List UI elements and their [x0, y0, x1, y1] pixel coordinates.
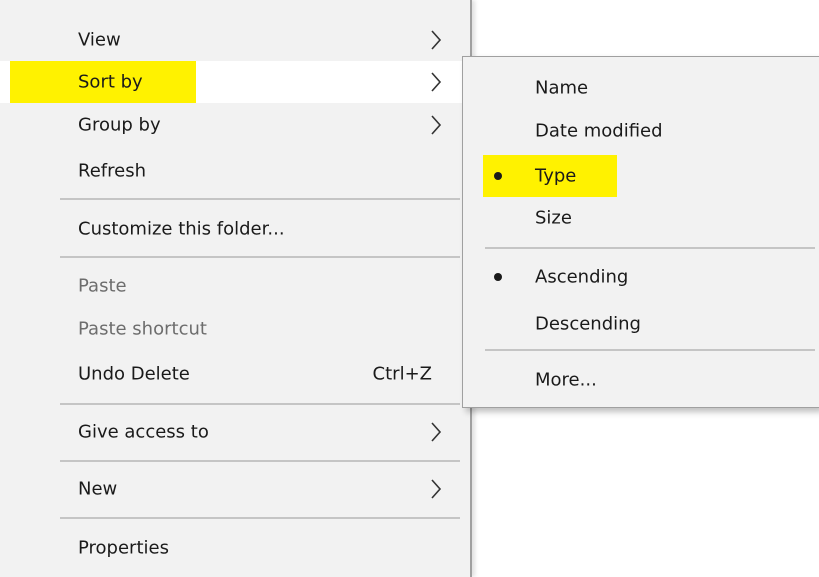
menu-item-view[interactable]: View: [0, 19, 462, 61]
menu-item-customize-folder[interactable]: Customize this folder...: [0, 208, 462, 250]
menu-item-label: Refresh: [78, 160, 146, 182]
radio-bullet-icon: [494, 273, 502, 281]
menu-item-undo-delete[interactable]: Undo Delete Ctrl+Z: [0, 353, 462, 395]
menu-separator: [485, 247, 815, 249]
menu-item-label: Size: [535, 207, 572, 229]
menu-separator: [60, 517, 460, 519]
menu-item-label: Undo Delete: [78, 363, 190, 385]
chevron-right-icon: [431, 479, 442, 499]
menu-item-label: Give access to: [78, 421, 209, 443]
menu-item-label: New: [78, 478, 118, 500]
menu-separator: [60, 256, 460, 258]
menu-item-label: Ascending: [535, 266, 629, 288]
sort-by-submenu: Name Date modified Type Size Ascending D…: [462, 56, 819, 408]
menu-item-label: View: [78, 29, 121, 51]
menu-separator: [60, 198, 460, 200]
menu-item-label: Name: [535, 77, 589, 99]
menu-item-label: More...: [535, 369, 597, 391]
menu-item-label: Descending: [535, 313, 641, 335]
radio-bullet-icon: [494, 172, 502, 180]
menu-item-label: Date modified: [535, 120, 663, 142]
context-menu: View Sort by Group by Refresh Customize …: [0, 0, 472, 577]
menu-item-label: Paste: [78, 275, 127, 297]
menu-item-paste-shortcut: Paste shortcut: [0, 308, 462, 350]
sort-item-descending[interactable]: Descending: [463, 303, 819, 345]
menu-item-label: Properties: [78, 537, 169, 559]
menu-item-label: Type: [535, 165, 577, 187]
menu-item-label: Customize this folder...: [78, 218, 285, 240]
chevron-right-icon: [431, 115, 442, 135]
sort-item-name[interactable]: Name: [463, 67, 819, 109]
sort-item-date-modified[interactable]: Date modified: [463, 110, 819, 152]
menu-item-label: Group by: [78, 114, 161, 136]
chevron-right-icon: [431, 30, 442, 50]
menu-item-label: Paste shortcut: [78, 318, 207, 340]
sort-item-more[interactable]: More...: [463, 359, 819, 401]
sort-item-size[interactable]: Size: [463, 197, 819, 239]
menu-separator: [60, 460, 460, 462]
sort-item-type[interactable]: Type: [463, 155, 819, 197]
menu-item-label: Sort by: [78, 71, 143, 93]
desktop-stage: View Sort by Group by Refresh Customize …: [0, 0, 819, 577]
sort-item-ascending[interactable]: Ascending: [463, 256, 819, 298]
menu-item-refresh[interactable]: Refresh: [0, 150, 462, 192]
chevron-right-icon: [431, 72, 442, 92]
chevron-right-icon: [431, 422, 442, 442]
keyboard-shortcut: Ctrl+Z: [372, 363, 432, 385]
menu-item-new[interactable]: New: [0, 468, 462, 510]
menu-item-properties[interactable]: Properties: [0, 527, 462, 569]
menu-item-paste: Paste: [0, 265, 462, 307]
menu-item-group-by[interactable]: Group by: [0, 104, 462, 146]
menu-item-give-access[interactable]: Give access to: [0, 411, 462, 453]
menu-separator: [60, 403, 460, 405]
menu-separator: [485, 349, 815, 351]
menu-item-sort-by[interactable]: Sort by: [0, 61, 462, 103]
